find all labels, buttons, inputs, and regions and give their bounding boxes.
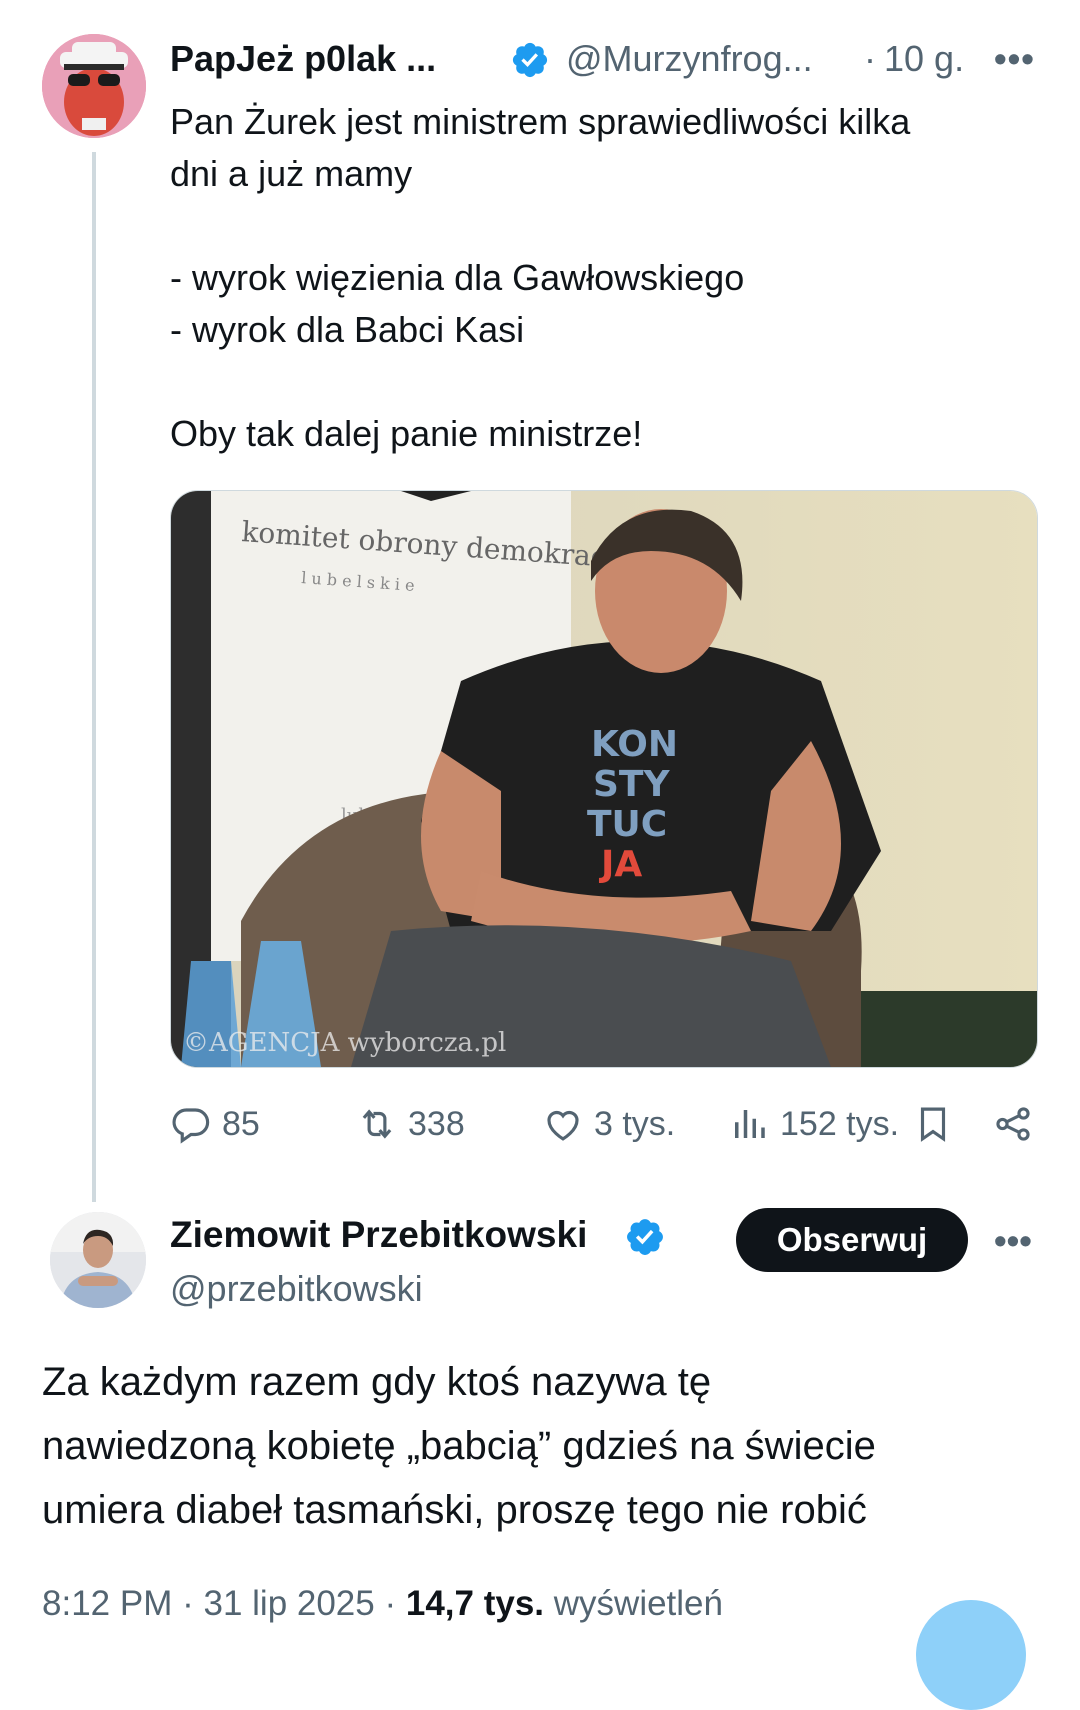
tweet-time[interactable]: 10 g. — [884, 38, 964, 80]
follow-button[interactable]: Obserwuj — [736, 1208, 968, 1272]
retweet-button[interactable]: 338 — [356, 1102, 465, 1146]
views-button[interactable]: 152 tys. — [728, 1102, 899, 1146]
tweet-text-line: - wyrok więzienia dla Gawłowskiego — [170, 257, 745, 298]
more-options-icon[interactable]: ••• — [994, 1220, 1032, 1262]
separator-dot: · — [384, 1584, 406, 1623]
post-time[interactable]: 8:12 PM — [42, 1584, 172, 1623]
compose-fab-button[interactable] — [916, 1600, 1026, 1710]
separator-dot: · — [182, 1584, 204, 1623]
shirt-text-line: KON — [591, 724, 678, 765]
retweet-count: 338 — [408, 1104, 465, 1143]
tweet-text-line: Oby tak dalej panie ministrze! — [170, 413, 643, 454]
reply-count: 85 — [222, 1104, 260, 1143]
share-button[interactable] — [992, 1102, 1034, 1146]
reply-author-handle[interactable]: @przebitkowski — [170, 1268, 423, 1310]
reply-icon — [172, 1108, 210, 1144]
shirt-text-line: STY — [593, 764, 670, 805]
photo-watermark: ©AGENCJA wyborcza.pl — [183, 1028, 506, 1058]
separator-dot: · — [864, 38, 876, 79]
reply-author-avatar[interactable] — [50, 1212, 146, 1308]
reply-button[interactable]: 85 — [170, 1102, 260, 1146]
reply-author-name[interactable]: Ziemowit Przebitkowski — [170, 1214, 587, 1256]
reply-text-line: nawiedzoną kobietę „babcią” gdzieś na św… — [42, 1424, 876, 1468]
more-options-icon[interactable]: ••• — [994, 38, 1035, 80]
view-count: 152 tys. — [780, 1104, 900, 1143]
share-icon — [996, 1107, 1030, 1141]
tweet-text: Pan Żurek jest ministrem sprawiedliwości… — [170, 96, 1030, 460]
verified-badge-icon — [624, 1216, 666, 1258]
reply-text-line: umiera diabeł tasmański, proszę tego nie… — [42, 1488, 867, 1532]
heart-icon — [547, 1110, 579, 1141]
views-total: 14,7 tys. — [405, 1584, 545, 1623]
shirt-text-line: TUC — [587, 804, 667, 845]
reply-text-line: Za każdym razem gdy ktoś nazywa tę — [42, 1360, 712, 1404]
tweet-photo[interactable]: komitet obrony demokracji l u b e l s k … — [170, 490, 1038, 1068]
tweet-text-line: Pan Żurek jest ministrem sprawiedliwości… — [170, 101, 911, 142]
reply-text: Za każdym razem gdy ktoś nazywa tę nawie… — [42, 1350, 1052, 1542]
tweet-meta-footer: 8:12 PM · 31 lip 2025 · 14,7 tys. wyświe… — [42, 1584, 723, 1624]
retweet-icon — [362, 1109, 392, 1139]
author-avatar[interactable] — [42, 34, 146, 138]
bookmark-icon — [920, 1107, 946, 1142]
bookmark-button[interactable] — [912, 1102, 954, 1146]
tweet-text-line: - wyrok dla Babci Kasi — [170, 309, 525, 350]
like-button[interactable]: 3 tys. — [542, 1102, 675, 1146]
views-label: wyświetleń — [553, 1584, 723, 1623]
tweet-text-line: dni a już mamy — [170, 153, 413, 194]
author-name[interactable]: PapJeż p0lak ... — [170, 38, 436, 80]
shirt-text-line: JA — [598, 844, 642, 885]
post-date[interactable]: 31 lip 2025 — [203, 1584, 374, 1623]
author-handle[interactable]: @Murzynfrog... — [566, 38, 813, 80]
thread-connector-line — [92, 152, 96, 1202]
verified-badge-icon — [510, 40, 550, 80]
like-count: 3 tys. — [594, 1104, 676, 1143]
analytics-icon — [735, 1110, 765, 1138]
